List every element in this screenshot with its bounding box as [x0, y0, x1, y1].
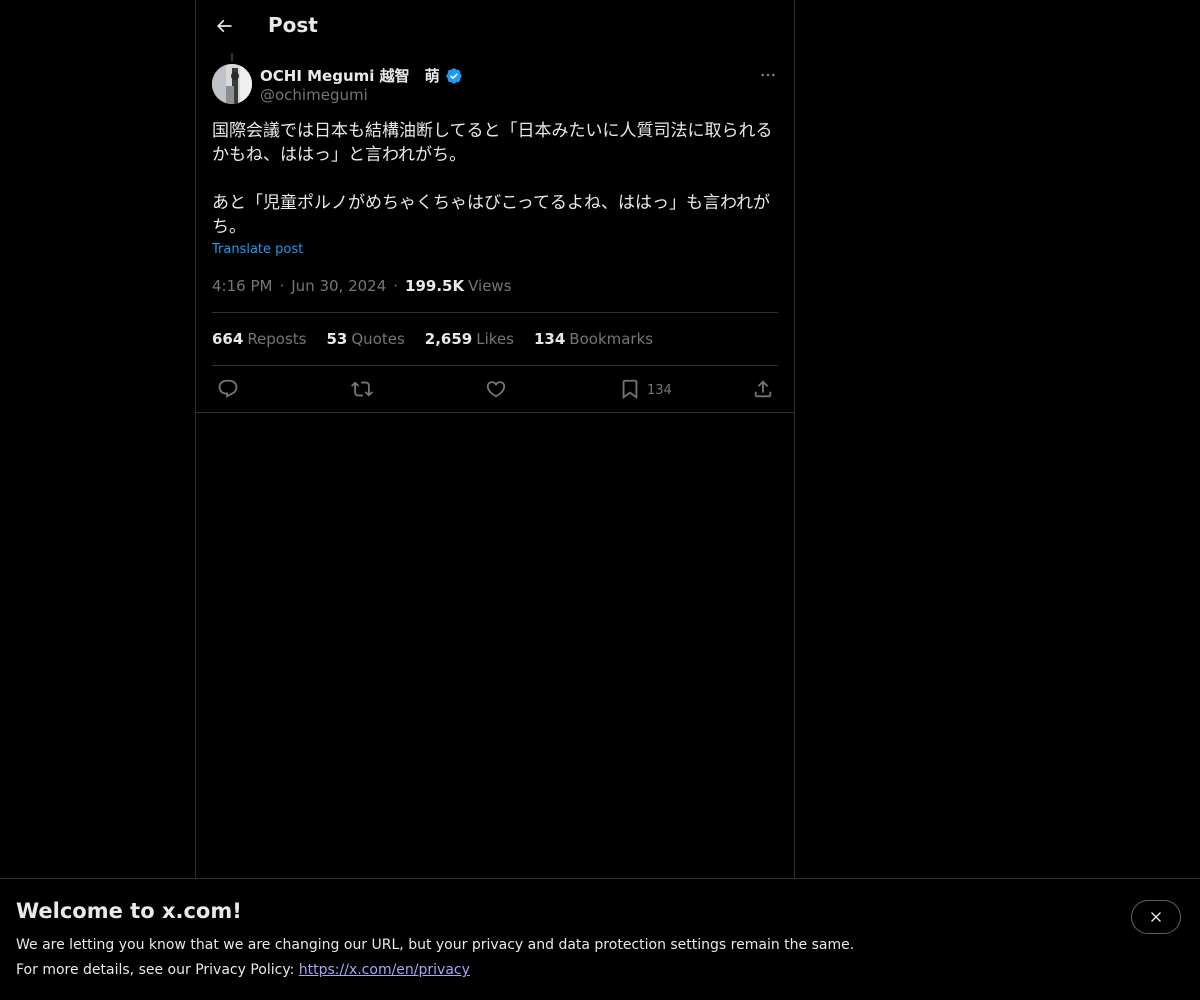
post-meta: 4:16 PM · Jun 30, 2024 · 199.5K Views: [212, 277, 512, 295]
post-text: 国際会議では日本も結構油断してると「日本みたいに人質司法に取られるかもね、ははっ…: [212, 121, 773, 237]
post-stats: 664 Reposts 53 Quotes 2,659 Likes 134 Bookma…: [212, 330, 653, 348]
close-icon: [1151, 912, 1161, 922]
divider: [196, 412, 794, 413]
bookmarks-stat[interactable]: 134 Bookmarks: [534, 330, 653, 348]
privacy-policy-link[interactable]: https://x.com/en/privacy: [299, 962, 470, 978]
author-name[interactable]: OCHI Megumi 越智 萌: [260, 65, 463, 86]
likes-label: Likes: [476, 330, 514, 348]
reposts-stat[interactable]: 664 Reposts: [212, 330, 307, 348]
bookmarks-count: 134: [533, 330, 566, 348]
welcome-banner: Welcome to x.com! We are letting you kno…: [0, 878, 1200, 1000]
share-icon: [754, 380, 772, 398]
reposts-label: Reposts: [247, 330, 307, 348]
thread-line: [231, 53, 233, 61]
meta-separator: ·: [279, 277, 285, 295]
banner-title: Welcome to x.com!: [16, 899, 242, 923]
author-handle[interactable]: @ochimegumi: [260, 86, 368, 104]
like-button[interactable]: [485, 377, 507, 401]
page-header: Post: [196, 0, 794, 53]
reply-icon: [218, 379, 238, 398]
banner-privacy-line: For more details, see our Privacy Policy…: [16, 962, 470, 978]
likes-stat[interactable]: 2,659 Likes: [425, 330, 514, 348]
avatar-image: [212, 64, 252, 104]
bookmark-icon: [622, 379, 638, 400]
quotes-count: 53: [326, 330, 348, 348]
author-name-text: OCHI Megumi 越智 萌: [260, 67, 440, 85]
more-horizontal-icon: [761, 73, 775, 77]
views-count: 199.5K: [405, 277, 465, 295]
arrow-left-icon: [216, 19, 232, 33]
action-bar: 134: [196, 366, 794, 412]
translate-post-link[interactable]: Translate post: [212, 242, 303, 257]
bookmark-count: 134: [647, 383, 672, 398]
close-banner-button[interactable]: [1131, 900, 1181, 934]
post-date[interactable]: Jun 30, 2024: [291, 277, 386, 295]
bookmark-button[interactable]: 134: [619, 377, 672, 401]
repost-button[interactable]: [351, 377, 373, 401]
like-icon: [486, 381, 506, 398]
post-time[interactable]: 4:16 PM: [212, 277, 272, 295]
repost-icon: [351, 381, 373, 397]
banner-privacy-prefix: For more details, see our Privacy Policy…: [16, 962, 299, 978]
divider: [212, 312, 778, 313]
post-column: Post OCHI Megumi 越智 萌 @ochimegumi 国際会議では…: [195, 0, 795, 880]
reply-button[interactable]: [217, 377, 239, 401]
page-title: Post: [268, 13, 318, 37]
views-label: Views: [468, 277, 512, 295]
banner-message: We are letting you know that we are chan…: [16, 937, 855, 953]
reposts-count: 664: [212, 330, 244, 348]
back-button[interactable]: [210, 12, 238, 40]
quotes-stat[interactable]: 53 Quotes: [327, 330, 405, 348]
share-button[interactable]: [752, 377, 774, 401]
verified-badge-icon: [445, 67, 463, 85]
quotes-label: Quotes: [351, 330, 405, 348]
meta-separator: ·: [393, 277, 399, 295]
bookmarks-label: Bookmarks: [569, 330, 654, 348]
likes-count: 2,659: [424, 330, 473, 348]
more-options-button[interactable]: [756, 64, 780, 86]
avatar[interactable]: [212, 64, 252, 104]
